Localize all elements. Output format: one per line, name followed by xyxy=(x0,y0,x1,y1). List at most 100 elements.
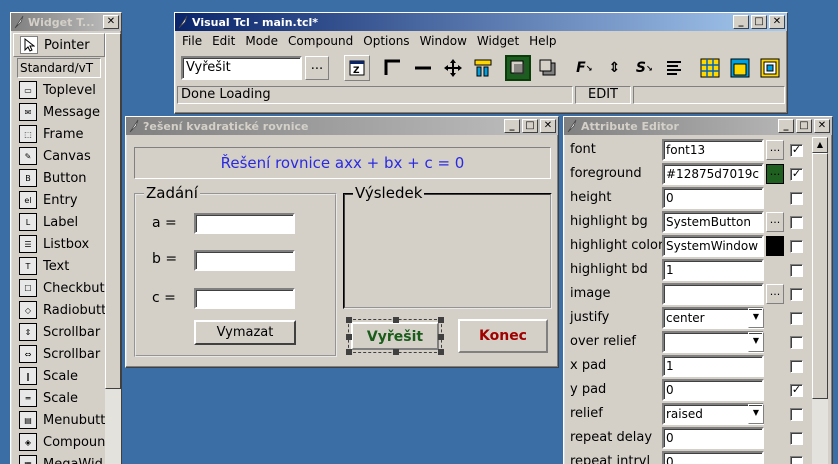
chevron-down-icon[interactable]: ▼ xyxy=(748,404,764,424)
menu-edit[interactable]: Edit xyxy=(207,34,240,48)
menu-file[interactable]: File xyxy=(177,34,207,48)
widget-tool-canvas[interactable]: ✎ Canvas xyxy=(13,145,105,167)
vtcl-titlebar[interactable]: Visual Tcl - main.tcl* _ □ ✕ xyxy=(175,13,787,31)
widget-tool-frame[interactable]: ⬚ Frame xyxy=(13,123,105,145)
attribute-enable-checkbox[interactable] xyxy=(790,192,803,205)
attribute-scrollbar[interactable]: ▲ xyxy=(812,137,828,464)
attribute-value-input[interactable]: SystemWindow xyxy=(662,235,764,257)
updown-icon[interactable]: ⇕ xyxy=(601,55,627,81)
color-swatch-button[interactable]: ... xyxy=(766,164,784,184)
command-field[interactable]: Vyřešit xyxy=(181,56,303,80)
attribute-value-input[interactable]: 0 xyxy=(662,187,764,209)
menu-window[interactable]: Window xyxy=(415,34,472,48)
c-input[interactable] xyxy=(194,288,295,309)
clear-button[interactable]: Vymazat xyxy=(194,320,296,345)
attribute-enable-checkbox[interactable] xyxy=(790,288,803,301)
attribute-value-input[interactable]: 0 xyxy=(662,379,764,401)
corner-icon[interactable] xyxy=(380,55,406,81)
widget-toolbar-scrollbar[interactable] xyxy=(105,33,121,464)
selection-handle[interactable] xyxy=(393,349,399,355)
widget-tool-megawid[interactable]: ▦ MegaWid xyxy=(13,453,105,464)
widget-tool-scale[interactable]: ‖ Scale xyxy=(13,365,105,387)
close-icon[interactable]: ✕ xyxy=(814,119,830,133)
menu-help[interactable]: Help xyxy=(524,34,561,48)
attribute-enable-checkbox[interactable] xyxy=(790,360,803,373)
widget-tool-compound[interactable]: ◈ Compound xyxy=(13,431,114,453)
attribute-enable-checkbox[interactable] xyxy=(790,240,803,253)
attribute-enable-checkbox[interactable] xyxy=(790,456,803,464)
attribute-enable-checkbox[interactable] xyxy=(790,264,803,277)
selection-handle[interactable] xyxy=(438,349,444,355)
font-icon[interactable]: F ↘ xyxy=(571,55,597,81)
solve-button[interactable]: Vyřešit xyxy=(346,317,444,355)
move-icon[interactable] xyxy=(440,55,466,81)
color-swatch-button[interactable] xyxy=(766,236,784,256)
hline-icon[interactable] xyxy=(410,55,436,81)
widget-tool-menubutt[interactable]: ▤ Menubutt xyxy=(13,409,105,431)
menu-compound[interactable]: Compound xyxy=(283,34,358,48)
window-icon[interactable] xyxy=(757,55,783,81)
attribute-enable-checkbox[interactable] xyxy=(790,312,803,325)
close-icon[interactable]: ✕ xyxy=(769,15,785,29)
justify-icon[interactable] xyxy=(661,55,687,81)
selection-handle[interactable] xyxy=(346,334,352,340)
selection-handle[interactable] xyxy=(346,349,352,355)
attribute-value-input[interactable] xyxy=(662,283,764,305)
attribute-value-input[interactable]: 0 xyxy=(662,427,764,449)
quadratic-titlebar[interactable]: ?ešení kvadratické rovnice _ □ ✕ xyxy=(126,117,558,135)
attribute-value-input[interactable]: SystemButton xyxy=(662,211,764,233)
minimize-icon[interactable]: _ xyxy=(504,119,520,133)
minimize-icon[interactable]: _ xyxy=(733,15,749,29)
widget-tool-scrollbar[interactable]: ⇕ Scrollbar xyxy=(13,321,105,343)
scrollbar-thumb[interactable] xyxy=(105,33,121,389)
menu-options[interactable]: Options xyxy=(358,34,414,48)
close-icon[interactable]: ✕ xyxy=(540,119,556,133)
section-standard[interactable]: Standard/vT xyxy=(17,58,101,78)
widget-tool-label[interactable]: L Label xyxy=(13,211,105,233)
attribute-enable-checkbox[interactable] xyxy=(790,408,803,421)
quit-button[interactable]: Konec xyxy=(458,319,548,353)
widget-tool-scale[interactable]: ═ Scale xyxy=(13,387,105,409)
selection-handle[interactable] xyxy=(393,317,399,323)
maximize-icon[interactable]: □ xyxy=(751,15,767,29)
b-input[interactable] xyxy=(194,250,295,271)
widget-tool-text[interactable]: T Text xyxy=(13,255,105,277)
attribute-value-input[interactable]: 1 xyxy=(662,259,764,281)
pointer-tool[interactable]: Pointer xyxy=(13,33,105,57)
attribute-enable-checkbox[interactable] xyxy=(790,216,803,229)
chevron-down-icon[interactable]: ▼ xyxy=(748,332,764,352)
attribute-value-input[interactable]: font13 xyxy=(662,139,764,161)
attribute-value-input[interactable]: 0 xyxy=(662,451,764,464)
raise-icon[interactable] xyxy=(505,55,532,81)
widget-tool-listbox[interactable]: ☰ Listbox xyxy=(13,233,105,255)
menu-mode[interactable]: Mode xyxy=(240,34,283,48)
attribute-value-input[interactable]: #12875d7019c xyxy=(662,163,764,185)
a-input[interactable] xyxy=(194,213,295,234)
attribute-editor-titlebar[interactable]: Attribute Editor _ □ ✕ xyxy=(564,117,832,135)
style-icon[interactable]: S ↘ xyxy=(631,55,657,81)
selection-handle[interactable] xyxy=(346,317,352,323)
widget-tool-checkbut[interactable]: ☐ Checkbut xyxy=(13,277,105,299)
widget-tool-radiobutt[interactable]: ◇ Radiobutt xyxy=(13,299,106,321)
widget-tool-toplevel[interactable]: ▭ Toplevel xyxy=(13,79,105,101)
selection-handle[interactable] xyxy=(438,317,444,323)
open-icon[interactable]: Z xyxy=(343,55,370,81)
attribute-enable-checkbox[interactable]: ✓ xyxy=(790,384,803,397)
align-icon[interactable] xyxy=(470,55,496,81)
widget-tool-entry[interactable]: el Entry xyxy=(13,189,105,211)
attribute-browse-button[interactable]: ... xyxy=(766,140,784,160)
frame-icon[interactable] xyxy=(727,55,753,81)
widget-tool-scrollbar[interactable]: ⇔ Scrollbar xyxy=(13,343,105,365)
selection-handle[interactable] xyxy=(438,334,444,340)
attribute-browse-button[interactable]: ... xyxy=(766,284,784,304)
lower-icon[interactable] xyxy=(535,55,561,81)
chevron-down-icon[interactable]: ▼ xyxy=(748,308,764,328)
widget-tool-button[interactable]: B Button xyxy=(13,167,105,189)
maximize-icon[interactable]: □ xyxy=(796,119,812,133)
widget-toolbar-titlebar[interactable]: Widget T... ✕ xyxy=(11,13,121,31)
attribute-enable-checkbox[interactable]: ✓ xyxy=(790,168,803,181)
minimize-icon[interactable]: _ xyxy=(778,119,794,133)
scrollbar-up-arrow[interactable]: ▲ xyxy=(812,137,828,153)
widget-tool-message[interactable]: ✉ Message xyxy=(13,101,105,123)
menu-widget[interactable]: Widget xyxy=(472,34,524,48)
